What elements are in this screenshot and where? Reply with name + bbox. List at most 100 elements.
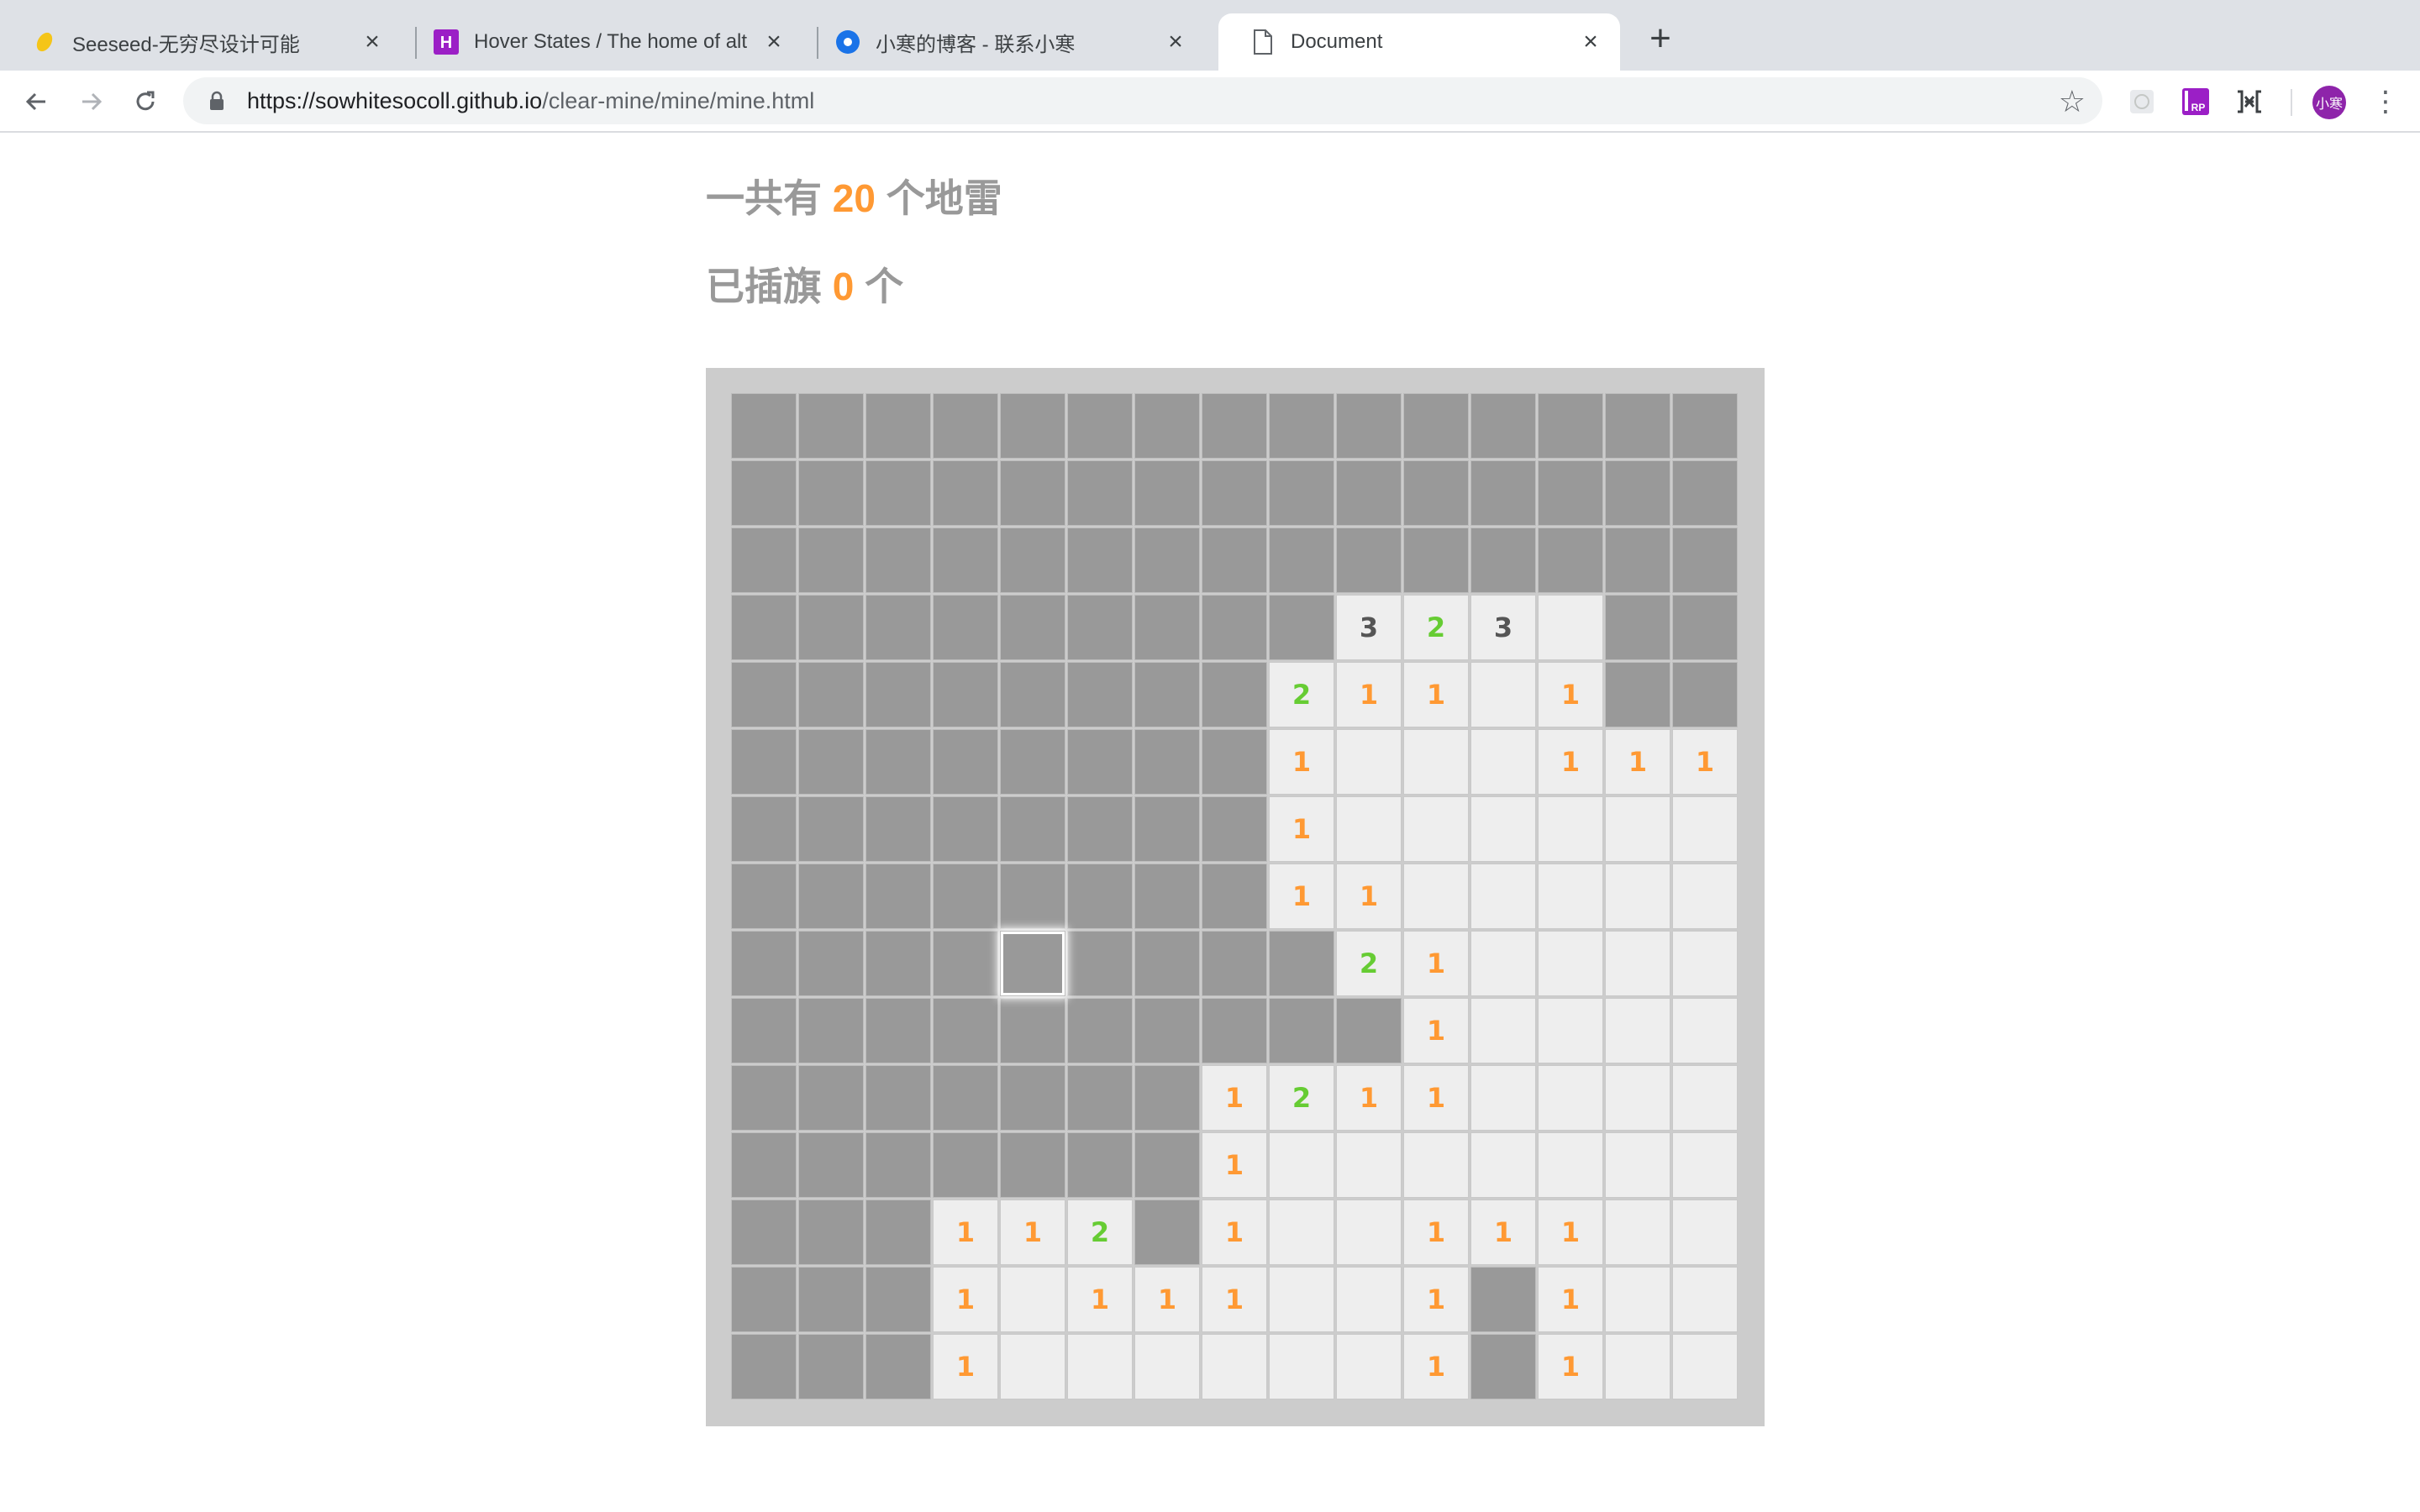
hidden-cell[interactable] — [933, 729, 998, 795]
hidden-cell[interactable] — [1000, 864, 1065, 929]
hidden-cell[interactable] — [1269, 393, 1334, 459]
open-cell[interactable] — [1470, 1065, 1536, 1131]
hidden-cell[interactable] — [1134, 528, 1200, 593]
hidden-cell[interactable] — [933, 393, 998, 459]
open-cell[interactable] — [1403, 1132, 1469, 1198]
number-cell[interactable]: 1 — [1403, 998, 1469, 1063]
hidden-cell[interactable] — [865, 998, 931, 1063]
open-cell[interactable] — [1000, 1267, 1065, 1332]
open-cell[interactable] — [1605, 1267, 1670, 1332]
number-cell[interactable]: 1 — [1269, 796, 1334, 862]
hidden-cell[interactable] — [1067, 998, 1133, 1063]
number-cell[interactable]: 1 — [1403, 931, 1469, 996]
hidden-cell[interactable] — [1000, 662, 1065, 727]
hidden-cell[interactable] — [1000, 393, 1065, 459]
number-cell[interactable]: 3 — [1470, 595, 1536, 660]
hidden-cell[interactable] — [1605, 528, 1670, 593]
number-cell[interactable]: 2 — [1336, 931, 1402, 996]
hidden-cell[interactable] — [1000, 1132, 1065, 1198]
hidden-cell[interactable] — [933, 998, 998, 1063]
open-cell[interactable] — [1605, 998, 1670, 1063]
open-cell[interactable] — [1605, 1065, 1670, 1131]
number-cell[interactable]: 1 — [933, 1200, 998, 1265]
number-cell[interactable]: 1 — [1403, 662, 1469, 727]
hidden-cell[interactable] — [798, 729, 864, 795]
number-cell[interactable]: 1 — [1336, 662, 1402, 727]
hovered-hidden-cell[interactable] — [1000, 931, 1065, 996]
hidden-cell[interactable] — [798, 1334, 864, 1399]
tab-blog[interactable]: 小寒的博客 - 联系小寒 × — [803, 13, 1205, 71]
number-cell[interactable]: 2 — [1067, 1200, 1133, 1265]
hidden-cell[interactable] — [1134, 1065, 1200, 1131]
back-icon[interactable] — [17, 82, 55, 121]
hidden-cell[interactable] — [1134, 460, 1200, 526]
hidden-cell[interactable] — [798, 393, 864, 459]
open-cell[interactable] — [1605, 1132, 1670, 1198]
number-cell[interactable]: 1 — [1470, 1200, 1536, 1265]
number-cell[interactable]: 1 — [1269, 729, 1334, 795]
hidden-cell[interactable] — [1067, 931, 1133, 996]
hidden-cell[interactable] — [1000, 729, 1065, 795]
hidden-cell[interactable] — [1538, 528, 1603, 593]
open-cell[interactable] — [1470, 729, 1536, 795]
hidden-cell[interactable] — [1336, 528, 1402, 593]
open-cell[interactable] — [1470, 864, 1536, 929]
hidden-cell[interactable] — [798, 931, 864, 996]
hidden-cell[interactable] — [865, 1267, 931, 1332]
hidden-cell[interactable] — [1000, 595, 1065, 660]
hidden-cell[interactable] — [865, 393, 931, 459]
hidden-cell[interactable] — [1202, 393, 1267, 459]
hidden-cell[interactable] — [933, 595, 998, 660]
profile-avatar[interactable]: 小寒 — [2312, 86, 2346, 119]
hidden-cell[interactable] — [865, 864, 931, 929]
hidden-cell[interactable] — [933, 1132, 998, 1198]
hidden-cell[interactable] — [1605, 460, 1670, 526]
open-cell[interactable] — [1134, 1334, 1200, 1399]
hidden-cell[interactable] — [1134, 931, 1200, 996]
close-tab-icon[interactable]: × — [1578, 28, 1603, 55]
hidden-cell[interactable] — [933, 931, 998, 996]
hidden-cell[interactable] — [1202, 729, 1267, 795]
hidden-cell[interactable] — [798, 662, 864, 727]
hidden-cell[interactable] — [798, 1132, 864, 1198]
open-cell[interactable] — [1269, 1132, 1334, 1198]
hidden-cell[interactable] — [1067, 528, 1133, 593]
close-tab-icon[interactable]: × — [1163, 28, 1188, 55]
reload-icon[interactable] — [126, 82, 165, 121]
hidden-cell[interactable] — [1336, 393, 1402, 459]
hidden-cell[interactable] — [933, 1065, 998, 1131]
close-tab-icon[interactable]: × — [761, 28, 786, 55]
hidden-cell[interactable] — [1134, 662, 1200, 727]
hidden-cell[interactable] — [798, 460, 864, 526]
hidden-cell[interactable] — [1672, 662, 1738, 727]
hidden-cell[interactable] — [1336, 460, 1402, 526]
open-cell[interactable] — [1538, 796, 1603, 862]
hidden-cell[interactable] — [933, 662, 998, 727]
hidden-cell[interactable] — [1269, 931, 1334, 996]
hidden-cell[interactable] — [1202, 931, 1267, 996]
hidden-cell[interactable] — [731, 595, 797, 660]
open-cell[interactable] — [1470, 931, 1536, 996]
open-cell[interactable] — [1470, 662, 1536, 727]
hidden-cell[interactable] — [1672, 393, 1738, 459]
open-cell[interactable] — [1672, 864, 1738, 929]
hidden-cell[interactable] — [933, 460, 998, 526]
number-cell[interactable]: 1 — [1403, 1065, 1469, 1131]
hidden-cell[interactable] — [798, 595, 864, 660]
open-cell[interactable] — [1336, 796, 1402, 862]
open-cell[interactable] — [1672, 1334, 1738, 1399]
hidden-cell[interactable] — [1067, 864, 1133, 929]
hidden-cell[interactable] — [798, 1267, 864, 1332]
lock-icon[interactable] — [200, 91, 234, 111]
tab-hover-states[interactable]: H Hover States / The home of alt × — [402, 13, 803, 71]
hidden-cell[interactable] — [1134, 729, 1200, 795]
hidden-cell[interactable] — [731, 864, 797, 929]
open-cell[interactable] — [1470, 796, 1536, 862]
open-cell[interactable] — [1605, 796, 1670, 862]
hidden-cell[interactable] — [1067, 393, 1133, 459]
hidden-cell[interactable] — [1000, 460, 1065, 526]
open-cell[interactable] — [1672, 998, 1738, 1063]
hidden-cell[interactable] — [1605, 662, 1670, 727]
hidden-cell[interactable] — [1202, 864, 1267, 929]
open-cell[interactable] — [1269, 1267, 1334, 1332]
